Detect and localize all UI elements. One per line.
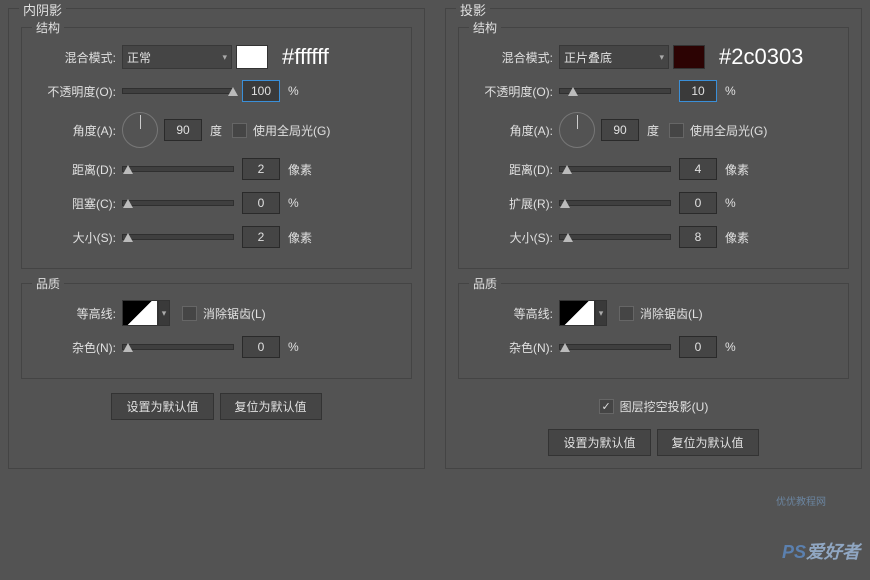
- color-swatch[interactable]: [236, 45, 268, 69]
- contour-dropdown[interactable]: ▾: [595, 300, 607, 326]
- global-light-checkbox[interactable]: [669, 123, 684, 138]
- angle-dial[interactable]: [559, 112, 595, 148]
- unit-label: %: [725, 196, 736, 210]
- size-slider[interactable]: [122, 234, 234, 240]
- unit-label: 像素: [288, 229, 312, 246]
- group-title: 结构: [469, 19, 501, 36]
- noise-label: 杂色(N):: [471, 339, 559, 356]
- antialias-checkbox[interactable]: [182, 306, 197, 321]
- choke-input[interactable]: [242, 192, 280, 214]
- blend-mode-label: 混合模式:: [471, 49, 559, 66]
- noise-input[interactable]: [679, 336, 717, 358]
- unit-label: %: [288, 196, 299, 210]
- chevron-down-icon: ▾: [599, 308, 604, 319]
- panel-title: 内阴影: [19, 0, 66, 19]
- contour-picker[interactable]: [559, 300, 595, 326]
- blend-mode-select[interactable]: 正常▾: [122, 45, 232, 69]
- opacity-slider[interactable]: [559, 88, 671, 94]
- opacity-slider[interactable]: [122, 88, 234, 94]
- global-light-label: 使用全局光(G): [253, 122, 330, 139]
- knockout-label: 图层挖空投影(U): [620, 398, 709, 415]
- angle-label: 角度(A):: [34, 122, 122, 139]
- blend-mode-label: 混合模式:: [34, 49, 122, 66]
- unit-label: %: [288, 84, 299, 98]
- make-default-button[interactable]: 设置为默认值: [111, 393, 213, 420]
- distance-label: 距离(D):: [34, 161, 122, 178]
- color-annotation: #2c0303: [719, 44, 803, 70]
- unit-label: 像素: [725, 161, 749, 178]
- watermark-small: 优优教程网: [776, 493, 826, 508]
- angle-dial[interactable]: [122, 112, 158, 148]
- color-annotation: #ffffff: [282, 44, 329, 70]
- chevron-down-icon: ▾: [659, 52, 664, 63]
- choke-label: 阻塞(C):: [34, 195, 122, 212]
- group-title: 品质: [469, 275, 501, 292]
- opacity-input[interactable]: [242, 80, 280, 102]
- blend-mode-select[interactable]: 正片叠底▾: [559, 45, 669, 69]
- structure-group: 结构 混合模式: 正常▾ #ffffff 不透明度(O): % 角度(A): 度…: [21, 27, 412, 269]
- unit-label: 像素: [288, 161, 312, 178]
- opacity-input[interactable]: [679, 80, 717, 102]
- antialias-checkbox[interactable]: [619, 306, 634, 321]
- quality-group: 品质 等高线: ▾ 消除锯齿(L) 杂色(N): %: [21, 283, 412, 379]
- group-title: 结构: [32, 19, 64, 36]
- knockout-checkbox[interactable]: [599, 399, 614, 414]
- unit-label: 度: [647, 122, 659, 139]
- reset-default-button[interactable]: 复位为默认值: [220, 393, 322, 420]
- spread-slider[interactable]: [559, 200, 671, 206]
- contour-picker[interactable]: [122, 300, 158, 326]
- size-input[interactable]: [679, 226, 717, 248]
- contour-label: 等高线:: [34, 305, 122, 322]
- size-slider[interactable]: [559, 234, 671, 240]
- noise-input[interactable]: [242, 336, 280, 358]
- group-title: 品质: [32, 275, 64, 292]
- unit-label: %: [288, 340, 299, 354]
- unit-label: 像素: [725, 229, 749, 246]
- opacity-label: 不透明度(O):: [34, 83, 122, 100]
- quality-group: 品质 等高线: ▾ 消除锯齿(L) 杂色(N): %: [458, 283, 849, 379]
- inner-shadow-panel: 内阴影 结构 混合模式: 正常▾ #ffffff 不透明度(O): % 角度(A…: [8, 8, 425, 469]
- noise-slider[interactable]: [122, 344, 234, 350]
- unit-label: %: [725, 340, 736, 354]
- noise-slider[interactable]: [559, 344, 671, 350]
- make-default-button[interactable]: 设置为默认值: [548, 429, 650, 456]
- angle-label: 角度(A):: [471, 122, 559, 139]
- noise-label: 杂色(N):: [34, 339, 122, 356]
- choke-slider[interactable]: [122, 200, 234, 206]
- chevron-down-icon: ▾: [162, 308, 167, 319]
- color-swatch[interactable]: [673, 45, 705, 69]
- distance-input[interactable]: [242, 158, 280, 180]
- opacity-label: 不透明度(O):: [471, 83, 559, 100]
- size-input[interactable]: [242, 226, 280, 248]
- structure-group: 结构 混合模式: 正片叠底▾ #2c0303 不透明度(O): % 角度(A):…: [458, 27, 849, 269]
- angle-input[interactable]: [601, 119, 639, 141]
- distance-input[interactable]: [679, 158, 717, 180]
- unit-label: %: [725, 84, 736, 98]
- distance-label: 距离(D):: [471, 161, 559, 178]
- chevron-down-icon: ▾: [222, 52, 227, 63]
- contour-label: 等高线:: [471, 305, 559, 322]
- global-light-checkbox[interactable]: [232, 123, 247, 138]
- global-light-label: 使用全局光(G): [690, 122, 767, 139]
- panel-title: 投影: [456, 0, 490, 19]
- antialias-label: 消除锯齿(L): [640, 305, 703, 322]
- spread-input[interactable]: [679, 192, 717, 214]
- size-label: 大小(S):: [471, 229, 559, 246]
- distance-slider[interactable]: [122, 166, 234, 172]
- reset-default-button[interactable]: 复位为默认值: [657, 429, 759, 456]
- contour-dropdown[interactable]: ▾: [158, 300, 170, 326]
- angle-input[interactable]: [164, 119, 202, 141]
- unit-label: 度: [210, 122, 222, 139]
- watermark-large: PS爱好者: [782, 538, 860, 564]
- distance-slider[interactable]: [559, 166, 671, 172]
- spread-label: 扩展(R):: [471, 195, 559, 212]
- antialias-label: 消除锯齿(L): [203, 305, 266, 322]
- size-label: 大小(S):: [34, 229, 122, 246]
- drop-shadow-panel: 投影 结构 混合模式: 正片叠底▾ #2c0303 不透明度(O): % 角度(…: [445, 8, 862, 469]
